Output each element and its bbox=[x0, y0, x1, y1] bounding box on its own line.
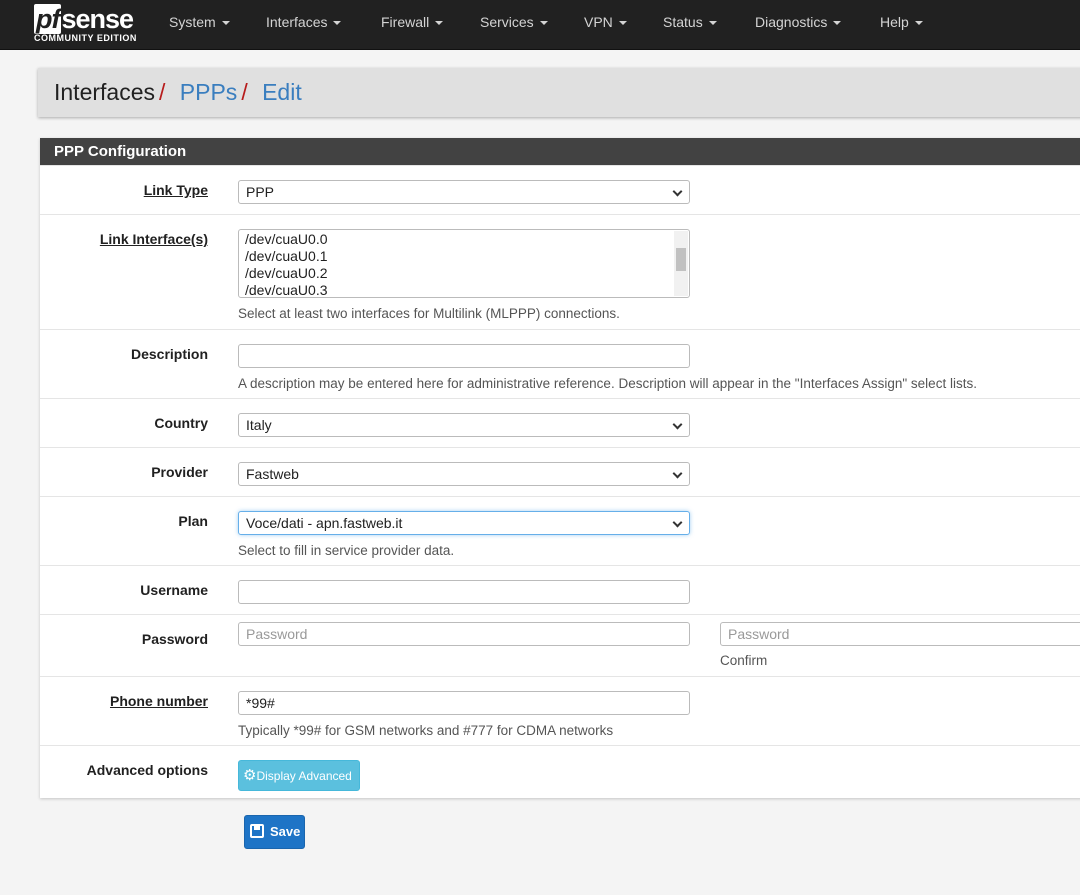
navbar: pfsense COMMUNITY EDITION System Interfa… bbox=[0, 0, 1080, 50]
description-input[interactable] bbox=[238, 344, 690, 368]
password-confirm-input[interactable]: Password bbox=[720, 622, 1080, 646]
row-username: Username bbox=[40, 565, 1080, 614]
scrollbar[interactable] bbox=[674, 231, 688, 296]
phone-number-input[interactable]: *99# bbox=[238, 691, 690, 715]
pfsense-logo[interactable]: pfsense COMMUNITY EDITION bbox=[34, 4, 137, 43]
menu-services[interactable]: Services bbox=[480, 0, 548, 44]
provider-select[interactable]: Fastweb bbox=[238, 462, 690, 486]
row-advanced-options: Advanced options ⚙Display Advanced bbox=[40, 745, 1080, 798]
save-icon bbox=[250, 824, 264, 838]
row-provider: Provider Fastweb bbox=[40, 447, 1080, 496]
list-item[interactable]: /dev/cuaU0.2 bbox=[245, 265, 683, 282]
menu-help[interactable]: Help bbox=[880, 0, 923, 44]
list-item[interactable]: /dev/cuaU0.0 bbox=[245, 231, 683, 248]
plan-select[interactable]: Voce/dati - apn.fastweb.it bbox=[238, 511, 690, 535]
ppp-configuration-panel: PPP Configuration Link Type PPP Link Int… bbox=[40, 138, 1080, 798]
menu-interfaces[interactable]: Interfaces bbox=[266, 0, 342, 44]
save-button[interactable]: Save bbox=[244, 815, 305, 849]
row-link-type: Link Type PPP bbox=[40, 165, 1080, 214]
row-country: Country Italy bbox=[40, 398, 1080, 447]
menu-vpn[interactable]: VPN bbox=[584, 0, 627, 44]
menu-status[interactable]: Status bbox=[663, 0, 717, 44]
row-link-interfaces: Link Interface(s) /dev/cuaU0.0 /dev/cuaU… bbox=[40, 214, 1080, 329]
menu-firewall[interactable]: Firewall bbox=[381, 0, 444, 44]
breadcrumb-ppps[interactable]: PPPs bbox=[180, 79, 238, 105]
list-item[interactable]: /dev/cuaU0.1 bbox=[245, 248, 683, 265]
row-description: Description A description may be entered… bbox=[40, 329, 1080, 398]
breadcrumb: Interfaces / PPPs / Edit bbox=[38, 68, 1080, 117]
menu-system[interactable]: System bbox=[169, 0, 230, 44]
menu-diagnostics[interactable]: Diagnostics bbox=[755, 0, 842, 44]
row-password: Password Password Password Confirm bbox=[40, 614, 1080, 676]
link-interfaces-listbox[interactable]: /dev/cuaU0.0 /dev/cuaU0.1 /dev/cuaU0.2 /… bbox=[238, 229, 690, 298]
breadcrumb-edit[interactable]: Edit bbox=[262, 79, 302, 105]
breadcrumb-interfaces: Interfaces bbox=[54, 79, 155, 105]
list-item[interactable]: /dev/cuaU0.3 bbox=[245, 282, 683, 299]
panel-title: PPP Configuration bbox=[40, 138, 1080, 165]
link-type-select[interactable]: PPP bbox=[238, 180, 690, 204]
row-phone-number: Phone number *99# Typically *99# for GSM… bbox=[40, 676, 1080, 745]
display-advanced-button[interactable]: ⚙Display Advanced bbox=[238, 760, 360, 791]
password-input[interactable]: Password bbox=[238, 622, 690, 646]
gear-icon: ⚙ bbox=[243, 767, 257, 784]
country-select[interactable]: Italy bbox=[238, 413, 690, 437]
row-plan: Plan Voce/dati - apn.fastweb.it Select t… bbox=[40, 496, 1080, 565]
username-input[interactable] bbox=[238, 580, 690, 604]
